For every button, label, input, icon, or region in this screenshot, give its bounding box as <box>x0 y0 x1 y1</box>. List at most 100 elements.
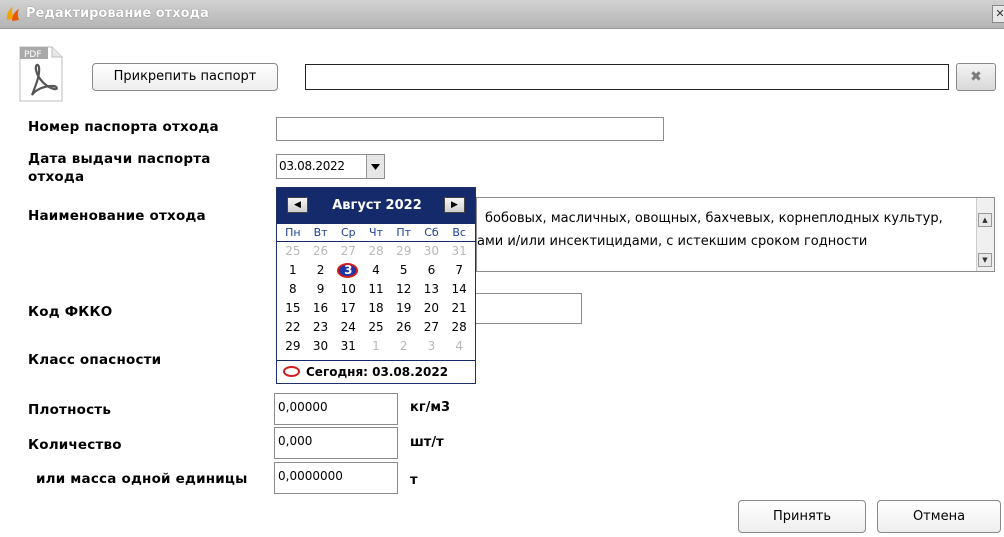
calendar-day[interactable]: 16 <box>307 299 335 318</box>
chevron-down-icon[interactable] <box>366 155 384 178</box>
attach-passport-button[interactable]: Прикрепить паспорт <box>92 63 278 91</box>
calendar-weekdays: Пн Вт Ср Чт Пт Сб Вс <box>277 224 475 242</box>
calendar-day[interactable]: 4 <box>445 337 473 356</box>
calendar-day-number: 22 <box>285 320 301 334</box>
calendar-day[interactable]: 3 <box>418 337 446 356</box>
calendar-day[interactable]: 8 <box>279 280 307 299</box>
waste-name-label: Наименование отхода <box>28 208 206 224</box>
calendar-day-number: 27 <box>423 320 440 334</box>
scroll-up-icon[interactable]: ▲ <box>978 213 992 227</box>
next-month-button[interactable]: ▶ <box>444 197 465 213</box>
calendar-day[interactable]: 28 <box>362 242 390 261</box>
calendar-day-number: 11 <box>368 282 384 296</box>
calendar-day[interactable]: 11 <box>362 280 390 299</box>
passport-date-value: 03.08.2022 <box>279 159 345 173</box>
calendar-day[interactable]: 6 <box>418 261 446 280</box>
calendar-day-number: 29 <box>285 339 301 353</box>
calendar-day[interactable]: 21 <box>445 299 473 318</box>
calendar-day[interactable]: 17 <box>334 299 362 318</box>
unit-mass-label: или масса одной единицы <box>36 471 248 487</box>
waste-name-line1: бобовых, масличных, овощных, бахчевых, к… <box>485 211 943 226</box>
calendar-day[interactable]: 13 <box>418 280 446 299</box>
calendar-day[interactable]: 14 <box>445 280 473 299</box>
calendar-day[interactable]: 26 <box>307 242 335 261</box>
calendar-day-number: 1 <box>289 263 297 277</box>
density-unit: кг/м3 <box>410 400 451 415</box>
close-icon[interactable]: ✕ <box>992 5 1004 23</box>
calendar-day-selected[interactable]: 3 <box>334 261 362 280</box>
unit-mass-input[interactable]: 0,0000000 <box>274 462 398 494</box>
calendar-day[interactable]: 29 <box>279 337 307 356</box>
calendar-day[interactable]: 20 <box>418 299 446 318</box>
clear-file-button[interactable]: ✖ <box>956 63 996 91</box>
passport-date-select[interactable]: 03.08.2022 <box>276 154 385 179</box>
calendar-day[interactable]: 24 <box>334 318 362 337</box>
calendar-day-number: 19 <box>396 301 412 315</box>
density-input[interactable]: 0,00000 <box>274 393 398 425</box>
waste-name-textarea[interactable]: бобовых, масличных, овощных, бахчевых, к… <box>476 197 995 272</box>
calendar-day-number: 2 <box>316 263 325 277</box>
quantity-label: Количество <box>28 437 122 453</box>
weekday-label: Вт <box>313 226 328 239</box>
passport-number-label: Номер паспорта отхода <box>28 119 219 135</box>
calendar-day-number: 30 <box>423 244 440 258</box>
calendar-day-number: 15 <box>285 301 301 315</box>
calendar-day[interactable]: 1 <box>362 337 390 356</box>
unit-mass-unit: т <box>410 473 418 488</box>
attached-file-field[interactable] <box>305 64 949 90</box>
calendar-day[interactable]: 1 <box>279 261 307 280</box>
waste-name-scrollbar[interactable]: ▲ ▼ <box>976 198 994 271</box>
accept-button[interactable]: Принять <box>738 500 866 533</box>
pdf-label: PDF <box>24 50 42 60</box>
calendar-today-link[interactable]: Сегодня: 03.08.2022 <box>277 360 475 383</box>
weekday-label: Сб <box>424 226 439 239</box>
calendar-day-number: 28 <box>451 320 467 334</box>
calendar-day[interactable]: 31 <box>445 242 473 261</box>
calendar-day[interactable]: 2 <box>307 261 335 280</box>
calendar-day[interactable]: 30 <box>418 242 446 261</box>
fkko-code-label: Код ФККО <box>28 304 113 320</box>
weekday-label: Ср <box>340 226 356 239</box>
calendar-day[interactable]: 18 <box>362 299 390 318</box>
calendar-day-number: 5 <box>399 263 408 277</box>
calendar-day[interactable]: 27 <box>334 242 362 261</box>
quantity-input[interactable]: 0,000 <box>274 427 398 459</box>
calendar-day-number: 26 <box>312 244 329 258</box>
weekday-label: Чт <box>369 226 383 239</box>
calendar-day[interactable]: 5 <box>390 261 418 280</box>
calendar-day[interactable]: 29 <box>390 242 418 261</box>
calendar-day-number: 3 <box>427 339 436 353</box>
calendar-day[interactable]: 30 <box>307 337 335 356</box>
passport-date-label-line1: Дата выдачи паспорта <box>28 151 211 167</box>
calendar-day[interactable]: 19 <box>390 299 418 318</box>
calendar-day[interactable]: 31 <box>334 337 362 356</box>
calendar-day-number: 9 <box>316 282 325 296</box>
cancel-button[interactable]: Отмена <box>877 500 1001 533</box>
calendar-day-number: 18 <box>368 301 384 315</box>
calendar-day[interactable]: 28 <box>445 318 473 337</box>
calendar-day[interactable]: 22 <box>279 318 307 337</box>
scroll-down-icon[interactable]: ▼ <box>978 253 992 267</box>
prev-month-button[interactable]: ◀ <box>287 197 308 213</box>
date-picker-calendar: ◀ Август 2022 ▶ Пн Вт Ср Чт Пт Сб Вс 25 2… <box>276 187 476 384</box>
calendar-day[interactable]: 15 <box>279 299 307 318</box>
calendar-day-number: 27 <box>340 244 356 258</box>
calendar-day[interactable]: 25 <box>362 318 390 337</box>
calendar-month-label: Август 2022 <box>332 198 422 213</box>
calendar-day[interactable]: 12 <box>390 280 418 299</box>
calendar-day[interactable]: 26 <box>390 318 418 337</box>
calendar-day[interactable]: 10 <box>334 280 362 299</box>
calendar-day[interactable]: 2 <box>390 337 418 356</box>
calendar-day[interactable]: 9 <box>307 280 335 299</box>
calendar-day[interactable]: 4 <box>362 261 390 280</box>
calendar-day[interactable]: 23 <box>307 318 335 337</box>
calendar-day[interactable]: 7 <box>445 261 473 280</box>
calendar-day-number: 21 <box>451 301 467 315</box>
calendar-day[interactable]: 27 <box>418 318 446 337</box>
calendar-day[interactable]: 25 <box>279 242 307 261</box>
passport-number-input[interactable] <box>276 117 664 141</box>
calendar-day-number: 1 <box>372 339 380 353</box>
calendar-days-grid: 25 26 27 28 29 30 31 1 2 3 4 5 6 7 8 9 10 11 12 13 14 15 16 17 1… <box>277 242 475 356</box>
calendar-day-number: 20 <box>423 301 440 315</box>
weekday-label: Вс <box>452 226 466 239</box>
